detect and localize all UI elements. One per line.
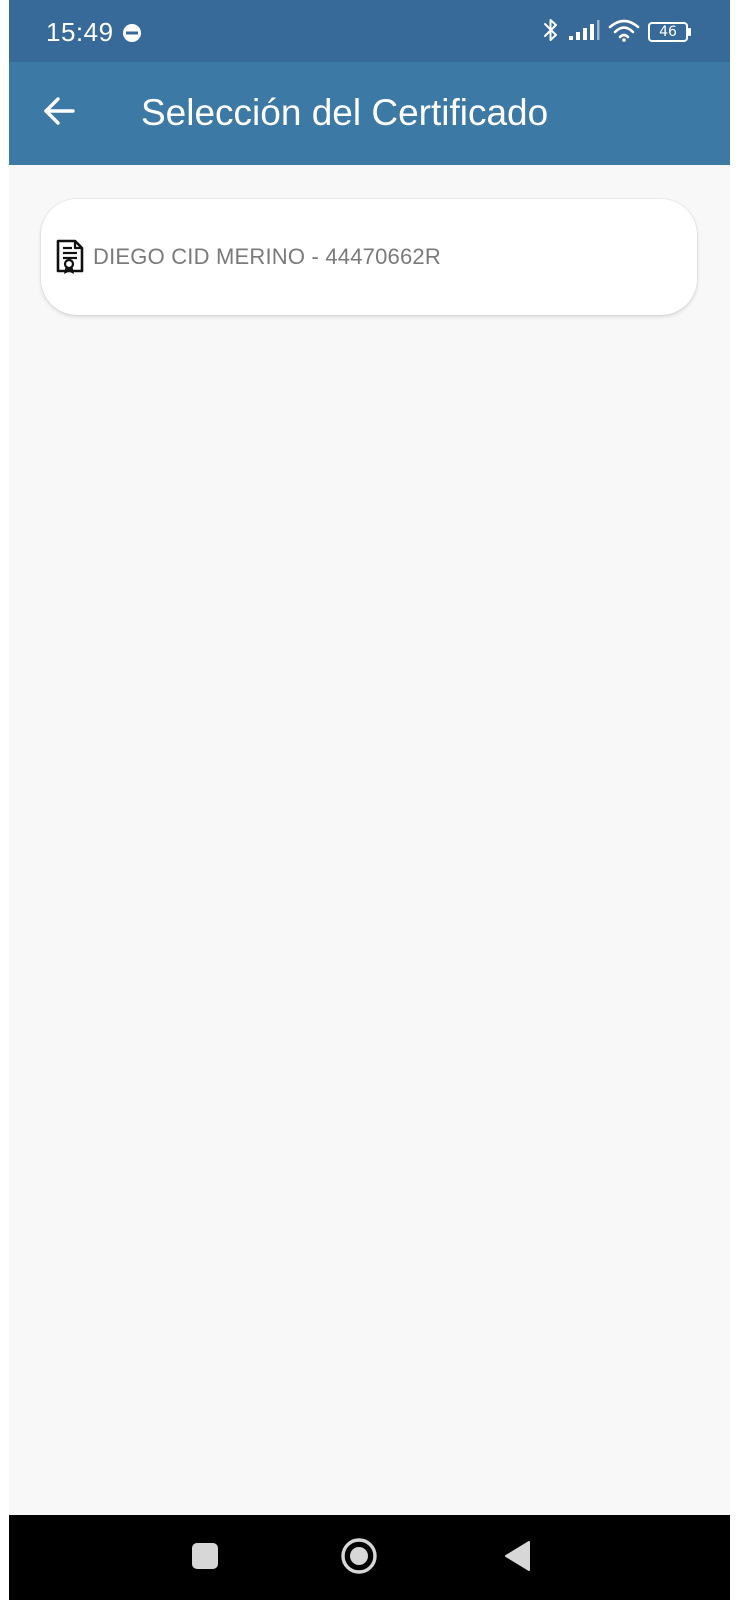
arrow-left-icon bbox=[42, 96, 76, 131]
status-bar: 15:49 46 bbox=[9, 0, 730, 62]
navigation-bar bbox=[9, 1515, 730, 1600]
signal-icon bbox=[568, 19, 600, 46]
wifi-icon bbox=[608, 18, 640, 47]
recents-button[interactable] bbox=[183, 1536, 227, 1580]
battery-level: 46 bbox=[659, 24, 677, 40]
app-bar: Selección del Certificado bbox=[9, 62, 730, 165]
recents-square-icon bbox=[191, 1542, 219, 1575]
dnd-icon bbox=[122, 23, 142, 48]
status-time: 15:49 bbox=[46, 17, 114, 47]
certificate-icon bbox=[55, 238, 85, 276]
certificate-list: DIEGO CID MERINO - 44470662R bbox=[9, 165, 730, 1515]
back-button[interactable] bbox=[37, 91, 81, 135]
status-icons: 46 bbox=[542, 18, 692, 46]
back-triangle-icon bbox=[503, 1540, 533, 1577]
certificate-item[interactable]: DIEGO CID MERINO - 44470662R bbox=[41, 199, 697, 315]
home-button[interactable] bbox=[337, 1536, 381, 1580]
page-title: Selección del Certificado bbox=[141, 92, 549, 133]
home-circle-icon bbox=[339, 1536, 379, 1581]
battery-icon: 46 bbox=[648, 22, 692, 42]
phone-screen: 15:49 46 Selección del Certificado DIEGO… bbox=[9, 0, 730, 1600]
system-back-button[interactable] bbox=[496, 1536, 540, 1580]
bluetooth-icon bbox=[542, 17, 560, 48]
certificate-label: DIEGO CID MERINO - 44470662R bbox=[93, 244, 441, 269]
